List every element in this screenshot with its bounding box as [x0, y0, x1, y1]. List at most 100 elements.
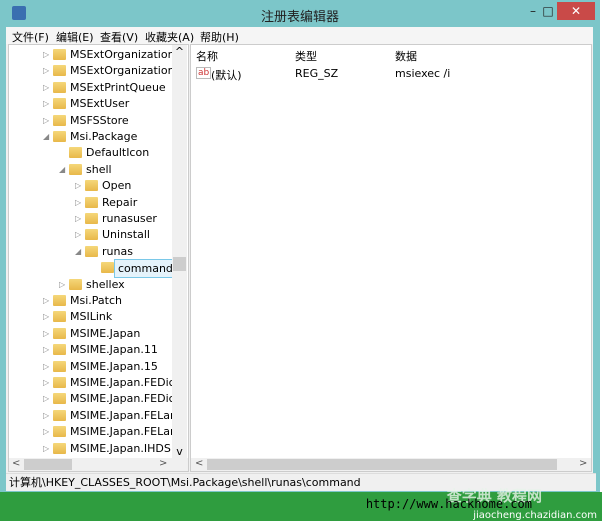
tree-node[interactable]: ▷ MSExtUser: [9, 95, 169, 112]
tree-node-label: MSFSStore: [70, 113, 129, 127]
expand-arrow-icon[interactable]: ▷: [43, 325, 51, 342]
value-name: (默认): [211, 69, 242, 82]
values-hscroll-thumb[interactable]: [207, 459, 557, 470]
folder-icon: [53, 360, 66, 372]
tree-node[interactable]: ▷ MSIME.Japan: [9, 325, 169, 342]
expand-arrow-icon[interactable]: ▷: [43, 46, 51, 63]
folder-icon: [69, 163, 82, 175]
expand-arrow-icon[interactable]: ▷: [75, 194, 83, 211]
tree-node-label: MSIME.Japan: [70, 326, 141, 340]
menu-edit[interactable]: 编辑(E): [56, 29, 94, 45]
string-value-icon: ab: [196, 67, 212, 79]
tree-node[interactable]: ▷ shellex: [9, 276, 169, 293]
tree-node[interactable]: ▷ MSExtPrintQueue: [9, 79, 169, 96]
window-title: 注册表编辑器: [260, 10, 339, 25]
menu-favorites[interactable]: 收藏夹(A): [145, 29, 194, 45]
tree-node[interactable]: ▷ MSIME.Japan.IHDS: [9, 440, 171, 457]
tree-horizontal-scrollbar[interactable]: < >: [9, 458, 188, 471]
tree-node[interactable]: ▷ MSFSStore: [9, 112, 169, 129]
expand-arrow-icon[interactable]: ▷: [43, 390, 51, 407]
tree-node[interactable]: ▷ MSIME.Japan.FEDict: [9, 374, 179, 391]
folder-icon: [85, 180, 98, 192]
tree-node[interactable]: ▷ MSIME.Japan.15: [9, 358, 169, 375]
tree-node[interactable]: ▷ MSIME.Japan.FELang: [9, 407, 184, 424]
expand-arrow-icon[interactable]: ▷: [43, 308, 51, 325]
expand-arrow-icon[interactable]: ▷: [43, 407, 51, 424]
expand-arrow-icon[interactable]: ▷: [59, 276, 67, 293]
scroll-up-arrow[interactable]: ^: [172, 45, 187, 58]
tree-node-label: Repair: [102, 195, 138, 209]
tree-node-label: MSIME.Japan.15: [70, 359, 158, 373]
expand-arrow-icon[interactable]: ▷: [43, 440, 51, 457]
tree-node[interactable]: command: [9, 259, 177, 279]
expand-arrow-icon[interactable]: ▷: [75, 226, 83, 243]
column-header-data[interactable]: 数据: [395, 48, 417, 64]
expand-arrow-icon[interactable]: ▷: [43, 423, 51, 440]
tree-node-label: MSIME.Japan.FELang: [70, 425, 184, 439]
scroll-left-arrow[interactable]: <: [195, 458, 203, 469]
value-type: REG_SZ: [295, 67, 339, 80]
expand-arrow-icon[interactable]: ▷: [75, 210, 83, 227]
folder-icon: [69, 278, 82, 290]
tree-node-label: shell: [86, 162, 112, 176]
menu-file[interactable]: 文件(F): [12, 29, 49, 45]
tree-node-label: MSILink: [70, 310, 113, 324]
menu-view[interactable]: 查看(V): [100, 29, 138, 45]
tree-hscroll-thumb[interactable]: [24, 459, 72, 470]
tree-node-label: MSExtPrintQueue: [70, 80, 166, 94]
expand-arrow-icon[interactable]: ▷: [43, 374, 51, 391]
watermark-url: http://www.hackhome.com: [365, 497, 532, 511]
scroll-right-arrow[interactable]: >: [579, 458, 587, 469]
folder-icon: [53, 409, 66, 421]
key-tree-pane[interactable]: ▷ MSExtOrganization ▷ MSExtOrganizationU ▷ MS…: [8, 44, 189, 472]
expand-arrow-icon[interactable]: ▷: [43, 112, 51, 129]
expand-arrow-icon[interactable]: ▷: [43, 95, 51, 112]
tree-node[interactable]: ▷ MSIME.Japan.FEDict.: [9, 390, 183, 407]
tree-node[interactable]: ◢ runas: [9, 243, 169, 260]
menu-bar: 文件(F) 编辑(E) 查看(V) 收藏夹(A) 帮助(H): [6, 27, 593, 44]
tree-node[interactable]: ▷ Repair: [9, 194, 169, 211]
tree-node-label: Msi.Package: [70, 130, 138, 143]
tree-node[interactable]: ▷ MSExtOrganizationU: [9, 62, 183, 79]
scroll-left-arrow[interactable]: <: [12, 458, 20, 469]
tree-node-label: Open: [102, 179, 132, 193]
scroll-down-arrow[interactable]: v: [172, 445, 187, 458]
tree-node-label: MSExtOrganizationU: [70, 64, 183, 78]
close-button[interactable]: ✕: [557, 2, 595, 20]
tree-node[interactable]: ◢ Msi.Package: [9, 128, 169, 145]
tree-node[interactable]: ▷ MSILink: [9, 308, 169, 325]
tree-vertical-scrollbar[interactable]: ^ v: [172, 45, 187, 458]
collapse-arrow-icon[interactable]: ◢: [75, 243, 83, 260]
tree-node[interactable]: ▷ runasuser: [9, 210, 169, 227]
tree-node[interactable]: DefaultIcon: [9, 144, 169, 161]
tree-node[interactable]: ◢ shell: [9, 161, 169, 178]
tree-node[interactable]: ▷ MSExtOrganization: [9, 46, 175, 63]
values-horizontal-scrollbar[interactable]: < >: [191, 458, 591, 471]
column-header-name[interactable]: 名称: [196, 48, 218, 64]
scroll-right-arrow[interactable]: >: [159, 458, 167, 469]
tree-node-label: MSExtUser: [70, 97, 130, 111]
folder-icon: [69, 147, 82, 159]
collapse-arrow-icon[interactable]: ◢: [43, 128, 51, 145]
folder-icon: [53, 393, 66, 405]
folder-icon: [85, 229, 98, 241]
expand-arrow-icon[interactable]: ▷: [75, 177, 83, 194]
tree-node-label: runasuser: [102, 212, 157, 225]
tree-node[interactable]: ▷ Open: [9, 177, 169, 194]
folder-icon: [101, 262, 114, 274]
column-header-type[interactable]: 类型: [295, 48, 317, 64]
expand-arrow-icon[interactable]: ▷: [43, 62, 51, 79]
expand-arrow-icon[interactable]: ▷: [43, 358, 51, 375]
tree-vscroll-thumb[interactable]: [173, 257, 186, 271]
menu-help[interactable]: 帮助(H): [200, 29, 239, 45]
collapse-arrow-icon[interactable]: ◢: [59, 161, 67, 178]
tree-node[interactable]: ▷ MSIME.Japan.11: [9, 341, 169, 358]
tree-node[interactable]: ▷ MSIME.Japan.FELang: [9, 423, 184, 440]
tree-node[interactable]: ▷ Uninstall: [9, 226, 169, 243]
expand-arrow-icon[interactable]: ▷: [43, 79, 51, 96]
expand-arrow-icon[interactable]: ▷: [43, 292, 51, 309]
watermark-bar: 查字典 教程网 http://www.hackhome.com jiaochen…: [0, 487, 602, 521]
tree-node[interactable]: ▷ Msi.Patch: [9, 292, 169, 309]
expand-arrow-icon[interactable]: ▷: [43, 341, 51, 358]
values-pane[interactable]: 名称 类型 数据 ab (默认) REG_SZ msiexec /i < >: [190, 44, 592, 472]
